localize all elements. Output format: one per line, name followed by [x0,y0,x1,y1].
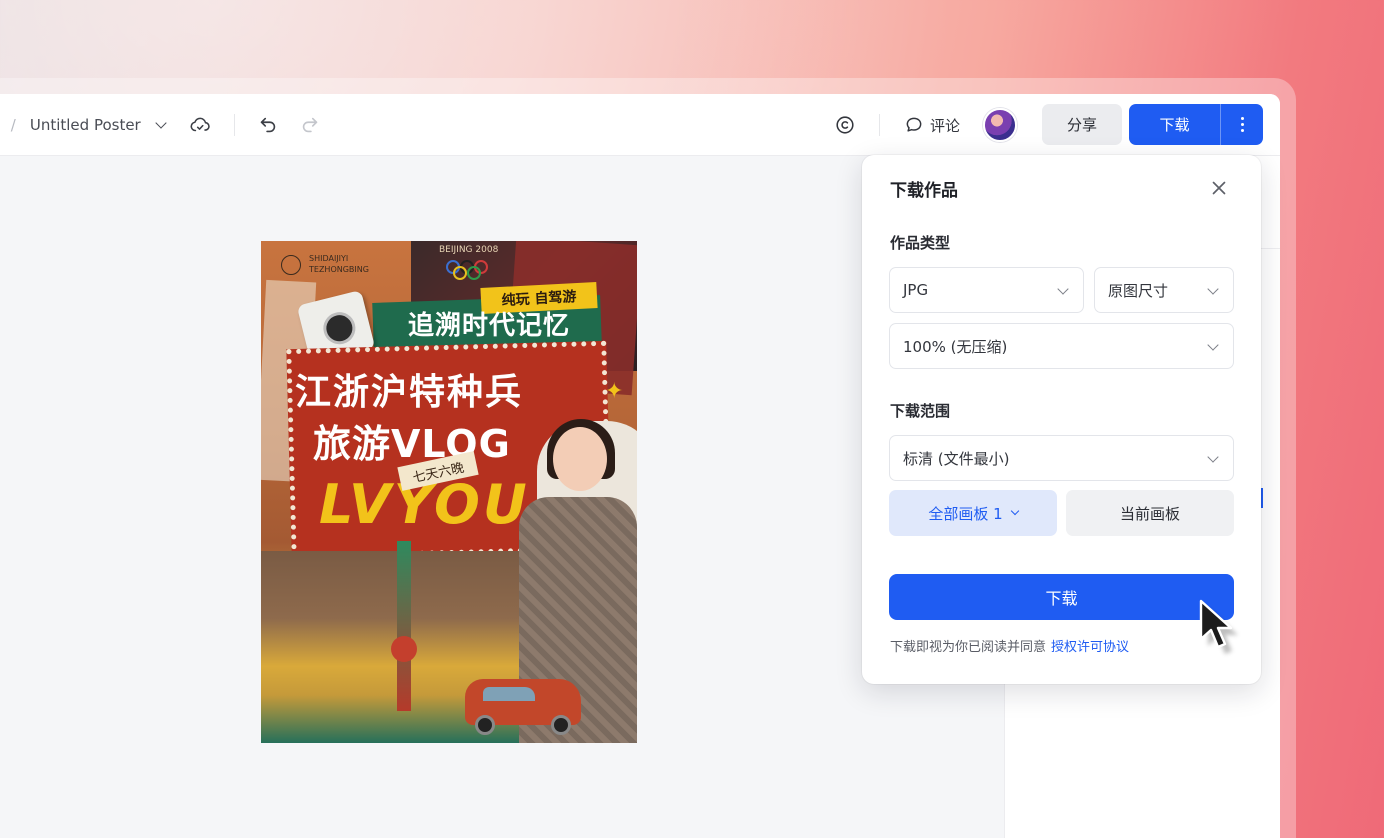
breadcrumb: . / Untitled Poster [0,112,167,138]
document-title[interactable]: Untitled Poster [30,116,141,134]
olympic-rings-icon [446,260,488,280]
resolution-select[interactable]: 标清 (文件最小) [889,435,1234,481]
license-link[interactable]: 授权许可协议 [1051,640,1129,655]
poster-person-face [553,427,607,491]
poster-brand: SHIDAIJIYI TEZHONGBING [309,253,369,275]
comment-button[interactable]: 评论 [904,112,960,138]
chevron-down-icon[interactable] [155,117,167,129]
range-section-label: 下载范围 [890,402,951,420]
dialog-title: 下载作品 [890,181,958,201]
poster-tower [397,541,411,711]
undo-icon[interactable] [254,111,282,139]
download-button[interactable]: 下载 [1129,114,1220,135]
resolution-value: 标清 (文件最小) [903,449,1010,468]
share-button[interactable]: 分享 [1042,104,1122,145]
chevron-down-icon [1010,506,1019,516]
sparkle-icon: ✦ [605,379,624,404]
quality-value: 100% (无压缩) [903,337,1008,356]
globe-icon [281,255,301,275]
poster-canvas[interactable]: SHIDAIJIYI TEZHONGBING BEIJING 2008 纯玩 自… [261,241,637,743]
poster-car-wheel [475,715,495,735]
toolbar-divider [879,114,880,136]
poster-headline1: 追溯时代记忆 [407,310,570,341]
quality-select[interactable]: 100% (无压缩) [889,323,1234,369]
size-select[interactable]: 原图尺寸 [1094,267,1234,313]
poster-tower-sphere [391,636,417,662]
breadcrumb-prefix[interactable]: . [0,116,1,134]
poster-brand-line2: TEZHONGBING [309,265,369,274]
agreement-text: 下载即视为你已阅读并同意 [890,640,1047,655]
type-section-label: 作品类型 [890,234,951,252]
all-boards-label: 全部画板 1 [928,504,1003,523]
top-toolbar: . / Untitled Poster [0,94,1280,156]
all-boards-toggle[interactable]: 全部画板 1 [889,490,1057,536]
agreement-note: 下载即视为你已阅读并同意 授权许可协议 [890,636,1129,655]
chevron-down-icon [1207,451,1219,463]
more-vertical-icon[interactable] [1221,104,1263,145]
chevron-down-icon [1207,339,1219,351]
redo-icon[interactable] [296,111,324,139]
toolbar-divider [234,114,235,136]
chevron-down-icon [1207,283,1219,295]
comment-icon [906,117,922,132]
close-icon[interactable] [1208,177,1230,199]
comment-label: 评论 [930,116,961,135]
panel-indicator [1261,488,1263,508]
breadcrumb-separator: / [10,116,16,134]
poster-headline2: 江浙沪特种兵 [295,372,524,413]
cursor-icon [1199,599,1238,654]
size-value: 原图尺寸 [1108,281,1169,300]
format-select[interactable]: JPG [889,267,1084,313]
chevron-down-icon [1057,283,1069,295]
copyright-icon[interactable] [831,111,859,139]
current-board-toggle[interactable]: 当前画板 [1066,490,1234,536]
avatar[interactable] [983,108,1017,142]
cloud-sync-icon[interactable] [186,111,214,139]
format-value: JPG [903,281,929,299]
confirm-download-button[interactable]: 下载 [889,574,1234,620]
download-button-group: 下载 [1129,104,1263,145]
poster-beijing-text: BEIJING 2008 [439,245,499,255]
poster-car-wheel [551,715,571,735]
current-board-label: 当前画板 [1119,504,1180,523]
poster-brand-line1: SHIDAIJIYI [309,254,349,263]
